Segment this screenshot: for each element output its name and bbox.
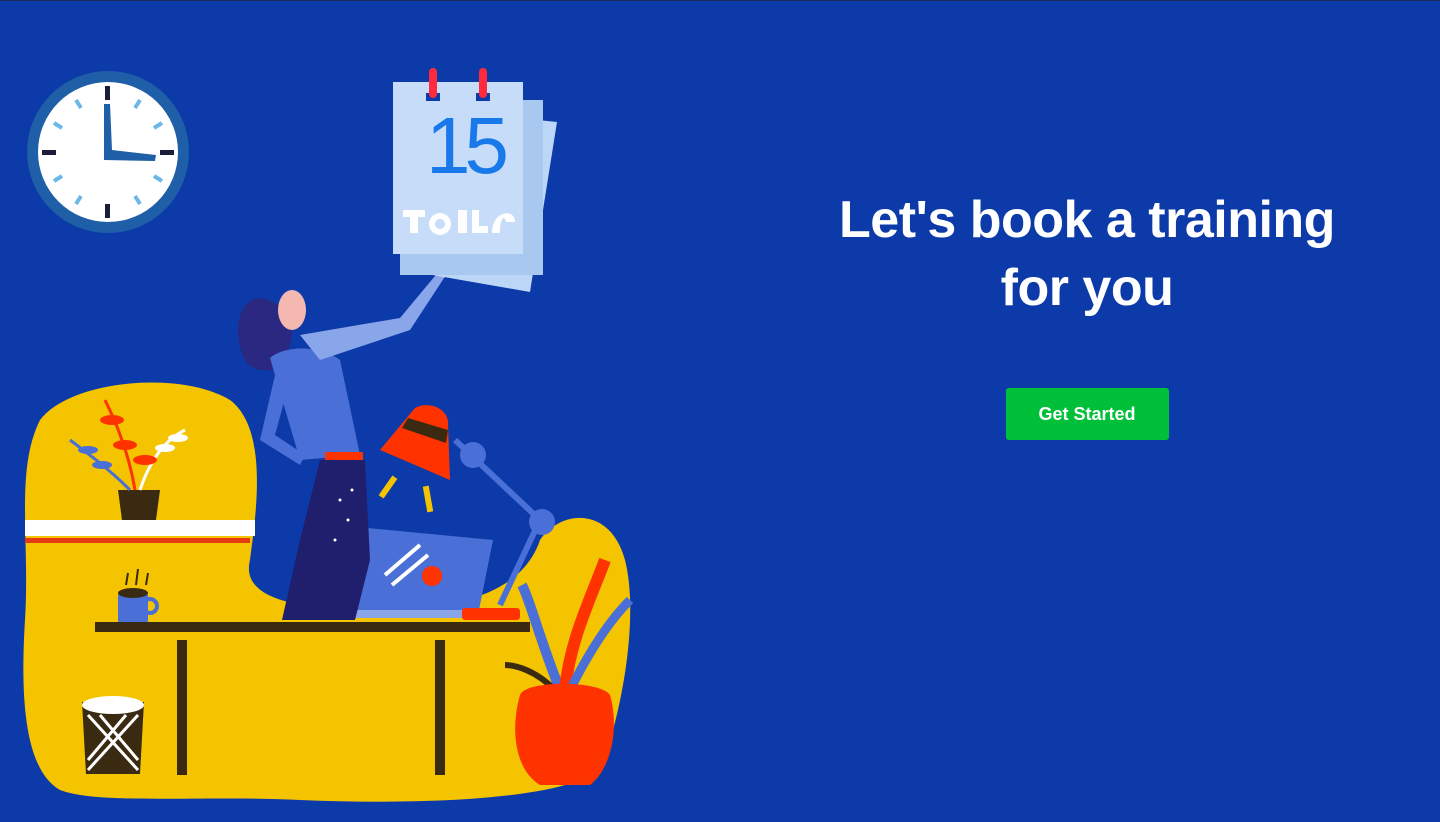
booking-illustration	[23, 68, 634, 802]
get-started-button[interactable]: Get Started	[1005, 388, 1169, 440]
calendar-day: 15	[426, 101, 509, 190]
hero-section: Let's book a training for you Get Starte…	[787, 186, 1387, 440]
shelf	[25, 520, 255, 536]
wastebasket-icon	[82, 696, 144, 774]
page-title: Let's book a training for you	[787, 186, 1387, 322]
clock-icon	[27, 71, 189, 233]
title-line-2: for you	[1000, 259, 1174, 317]
title-line-1: Let's book a training	[839, 191, 1335, 249]
